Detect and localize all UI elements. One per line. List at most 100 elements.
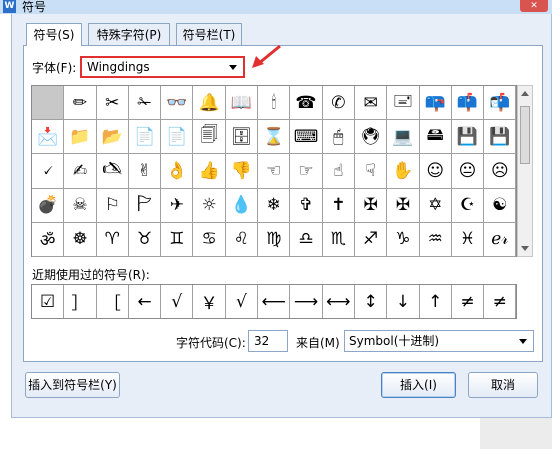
from-select[interactable]: Symbol(十进制) bbox=[344, 330, 534, 352]
recent-symbol-cell[interactable]: √ bbox=[226, 285, 259, 318]
symbol-cell[interactable]: 🖲 bbox=[354, 120, 388, 155]
symbol-cell[interactable]: ☪ bbox=[451, 188, 485, 223]
symbol-cell[interactable]: ✝ bbox=[322, 188, 355, 223]
tab-symbols[interactable]: 符号(S) bbox=[26, 23, 82, 46]
symbol-cell[interactable]: ☸ bbox=[64, 222, 97, 257]
symbol-cell[interactable]: ⚐ bbox=[96, 188, 129, 223]
symbol-cell[interactable]: ✆ bbox=[322, 86, 355, 121]
symbol-cell[interactable]: ❄ bbox=[258, 188, 291, 223]
symbol-cell[interactable]: 🏱 bbox=[128, 188, 162, 223]
symbol-cell[interactable]: ॐ bbox=[32, 222, 65, 257]
cancel-button[interactable]: 取消 bbox=[468, 372, 538, 398]
recent-symbol-cell[interactable]: ⟵ bbox=[258, 285, 291, 318]
symbol-cell[interactable]: ✏ bbox=[64, 86, 97, 121]
symbol-cell[interactable]: ☹ bbox=[484, 154, 517, 189]
symbol-cell[interactable]: ✂ bbox=[96, 86, 129, 121]
recent-symbol-cell[interactable]: ≠ bbox=[452, 285, 485, 318]
symbol-cell[interactable]: 🗐 bbox=[193, 120, 226, 155]
symbol-cell[interactable]: 😐 bbox=[451, 154, 485, 189]
symbol-cell[interactable]: 🖴 bbox=[419, 120, 452, 155]
symbol-cell[interactable]: ♒ bbox=[419, 222, 452, 257]
symbol-cell[interactable]: 🗄 bbox=[225, 120, 259, 155]
symbol-cell[interactable]: 🕯 bbox=[258, 86, 291, 121]
symbol-cell[interactable]: 👓 bbox=[161, 86, 194, 121]
symbol-cell[interactable]: ☺ bbox=[419, 154, 452, 189]
symbol-cell[interactable]: 📖 bbox=[225, 86, 259, 121]
symbol-cell[interactable]: ✠ bbox=[354, 188, 388, 223]
recent-symbol-cell[interactable]: ≠ bbox=[484, 285, 517, 318]
symbol-cell[interactable]: ♍ bbox=[258, 222, 291, 257]
symbol-cell[interactable]: ✈ bbox=[161, 188, 194, 223]
symbol-cell[interactable]: 💾 bbox=[451, 120, 485, 155]
symbol-cell[interactable]: 💾 bbox=[484, 120, 517, 155]
symbol-cell[interactable]: ♌ bbox=[225, 222, 259, 257]
symbol-cell[interactable]: ✡ bbox=[419, 188, 452, 223]
recent-symbol-cell[interactable]: ］ bbox=[64, 285, 97, 318]
symbol-cell[interactable]: ✠ bbox=[387, 188, 420, 223]
symbol-cell[interactable]: ⌛ bbox=[258, 120, 291, 155]
scroll-up-icon[interactable] bbox=[521, 91, 529, 96]
recent-symbol-cell[interactable]: √ bbox=[161, 285, 194, 318]
symbol-cell[interactable]: 📬 bbox=[484, 86, 517, 121]
scroll-thumb[interactable] bbox=[520, 106, 530, 164]
symbol-cell[interactable]: 📄 bbox=[128, 120, 162, 155]
symbol-cell[interactable]: ✍ bbox=[64, 154, 97, 189]
symbol-cell[interactable]: 📪 bbox=[419, 86, 452, 121]
tab-symbol-bar[interactable]: 符号栏(T) bbox=[176, 23, 242, 45]
symbol-cell[interactable]: ☯ bbox=[484, 188, 517, 223]
symbol-cell[interactable]: 👍 bbox=[193, 154, 226, 189]
symbol-cell[interactable]: 👎 bbox=[225, 154, 259, 189]
symbol-cell[interactable]: ♏ bbox=[322, 222, 355, 257]
symbol-grid-scrollbar[interactable] bbox=[517, 85, 533, 257]
symbol-cell[interactable]: ☎ bbox=[290, 86, 323, 121]
symbol-cell[interactable]: 🔔 bbox=[193, 86, 226, 121]
insert-to-symbol-bar-button[interactable]: 插入到符号栏(Y) bbox=[25, 372, 120, 398]
symbol-cell[interactable]: 🖎 bbox=[96, 154, 129, 189]
symbol-cell[interactable]: ✉ bbox=[354, 86, 388, 121]
scroll-down-icon[interactable] bbox=[521, 246, 529, 251]
symbol-cell[interactable]: 🗸 bbox=[32, 154, 65, 189]
symbol-cell[interactable]: ☼ bbox=[193, 188, 226, 223]
symbol-cell[interactable]: ♋ bbox=[193, 222, 226, 257]
symbol-cell[interactable]: ♑ bbox=[387, 222, 420, 257]
symbol-cell[interactable]: ✌ bbox=[128, 154, 162, 189]
symbol-cell[interactable]: 📫 bbox=[451, 86, 485, 121]
symbol-cell[interactable]: 💻 bbox=[387, 120, 420, 155]
symbol-cell[interactable]: ✁ bbox=[128, 86, 162, 121]
recent-symbol-cell[interactable]: ← bbox=[129, 285, 162, 318]
symbol-cell[interactable]: ✞ bbox=[290, 188, 323, 223]
close-icon[interactable]: ✕ bbox=[520, 0, 548, 12]
insert-button[interactable]: 插入(I) bbox=[381, 372, 456, 398]
symbol-cell[interactable]: ♐ bbox=[354, 222, 388, 257]
recent-symbol-cell[interactable]: ⟷ bbox=[323, 285, 355, 318]
symbol-cell[interactable]: 📩 bbox=[32, 120, 65, 155]
symbol-cell[interactable]: 📂 bbox=[96, 120, 129, 155]
symbol-cell[interactable]: ☞ bbox=[290, 154, 323, 189]
symbol-cell[interactable]: ♓ bbox=[451, 222, 485, 257]
recent-symbol-cell[interactable]: ☑ bbox=[32, 285, 65, 318]
symbol-cell[interactable]: ☜ bbox=[258, 154, 291, 189]
recent-symbol-cell[interactable]: ⟶ bbox=[290, 285, 323, 318]
symbol-cell[interactable]: ♉ bbox=[128, 222, 162, 257]
symbol-cell[interactable]: 💣 bbox=[32, 188, 65, 223]
symbol-cell[interactable]: 👌 bbox=[161, 154, 194, 189]
recent-symbol-cell[interactable]: ↕ bbox=[355, 285, 388, 318]
symbol-cell[interactable]: ☠ bbox=[64, 188, 97, 223]
recent-symbol-cell[interactable]: ↓ bbox=[387, 285, 420, 318]
recent-symbol-cell[interactable]: ［ bbox=[97, 285, 129, 318]
symbol-cell[interactable]: ♎ bbox=[290, 222, 323, 257]
char-code-input[interactable]: 32 bbox=[248, 330, 288, 352]
symbol-cell[interactable]: ☟ bbox=[354, 154, 388, 189]
symbol-cell[interactable]: 💧 bbox=[225, 188, 259, 223]
font-select[interactable]: Wingdings bbox=[80, 56, 245, 78]
symbol-cell[interactable] bbox=[32, 86, 65, 121]
symbol-cell[interactable]: 📁 bbox=[64, 120, 97, 155]
symbol-cell[interactable]: ℯ𝓇 bbox=[484, 222, 517, 257]
recent-symbol-cell[interactable]: ￥ bbox=[193, 285, 226, 318]
symbol-cell[interactable]: 📄 bbox=[161, 120, 194, 155]
recent-symbol-cell[interactable]: ↑ bbox=[420, 285, 452, 318]
symbol-cell[interactable]: ♈ bbox=[96, 222, 129, 257]
symbol-cell[interactable]: 🖃 bbox=[387, 86, 420, 121]
symbol-cell[interactable]: ♊ bbox=[161, 222, 194, 257]
symbol-cell[interactable]: ☝ bbox=[322, 154, 355, 189]
